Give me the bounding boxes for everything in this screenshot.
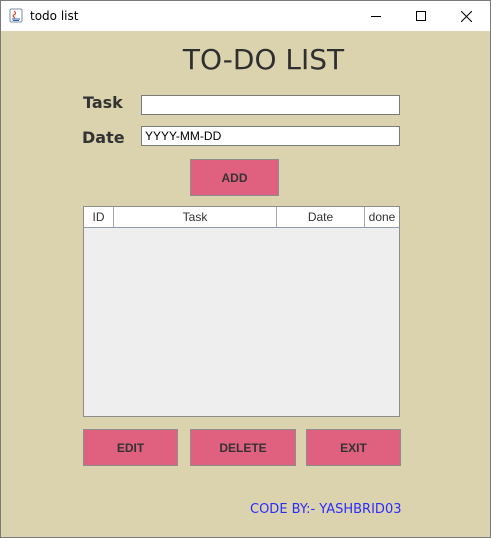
minimize-icon [371,16,381,17]
close-button[interactable] [443,1,489,31]
minimize-button[interactable] [353,1,399,31]
java-app-icon [9,8,23,23]
date-input[interactable] [141,126,400,146]
add-button[interactable]: ADD [190,159,279,196]
delete-button[interactable]: DELETE [190,429,296,466]
date-label: Date [82,128,125,147]
app-window: todo list TO-DO LIST Task Date ADD ID Ta… [0,0,491,538]
author-credit: CODE BY:- YASHBRID03 [250,502,402,517]
task-label: Task [83,93,123,112]
column-header-task[interactable]: Task [114,207,277,227]
column-header-done[interactable]: done [365,207,399,227]
window-title: todo list [30,9,79,23]
edit-button[interactable]: EDIT [83,429,178,466]
page-title: TO-DO LIST [182,43,345,76]
page-heading-wrap: TO-DO LIST [1,43,490,76]
close-icon [460,10,472,22]
column-header-id[interactable]: ID [84,207,114,227]
table-header: ID Task Date done [84,207,399,228]
column-header-date[interactable]: Date [277,207,365,227]
maximize-button[interactable] [398,1,444,31]
exit-button[interactable]: EXIT [306,429,401,466]
task-input[interactable] [141,95,400,115]
title-bar[interactable]: todo list [1,1,490,31]
maximize-icon [416,11,426,21]
todo-table[interactable]: ID Task Date done [83,206,400,417]
